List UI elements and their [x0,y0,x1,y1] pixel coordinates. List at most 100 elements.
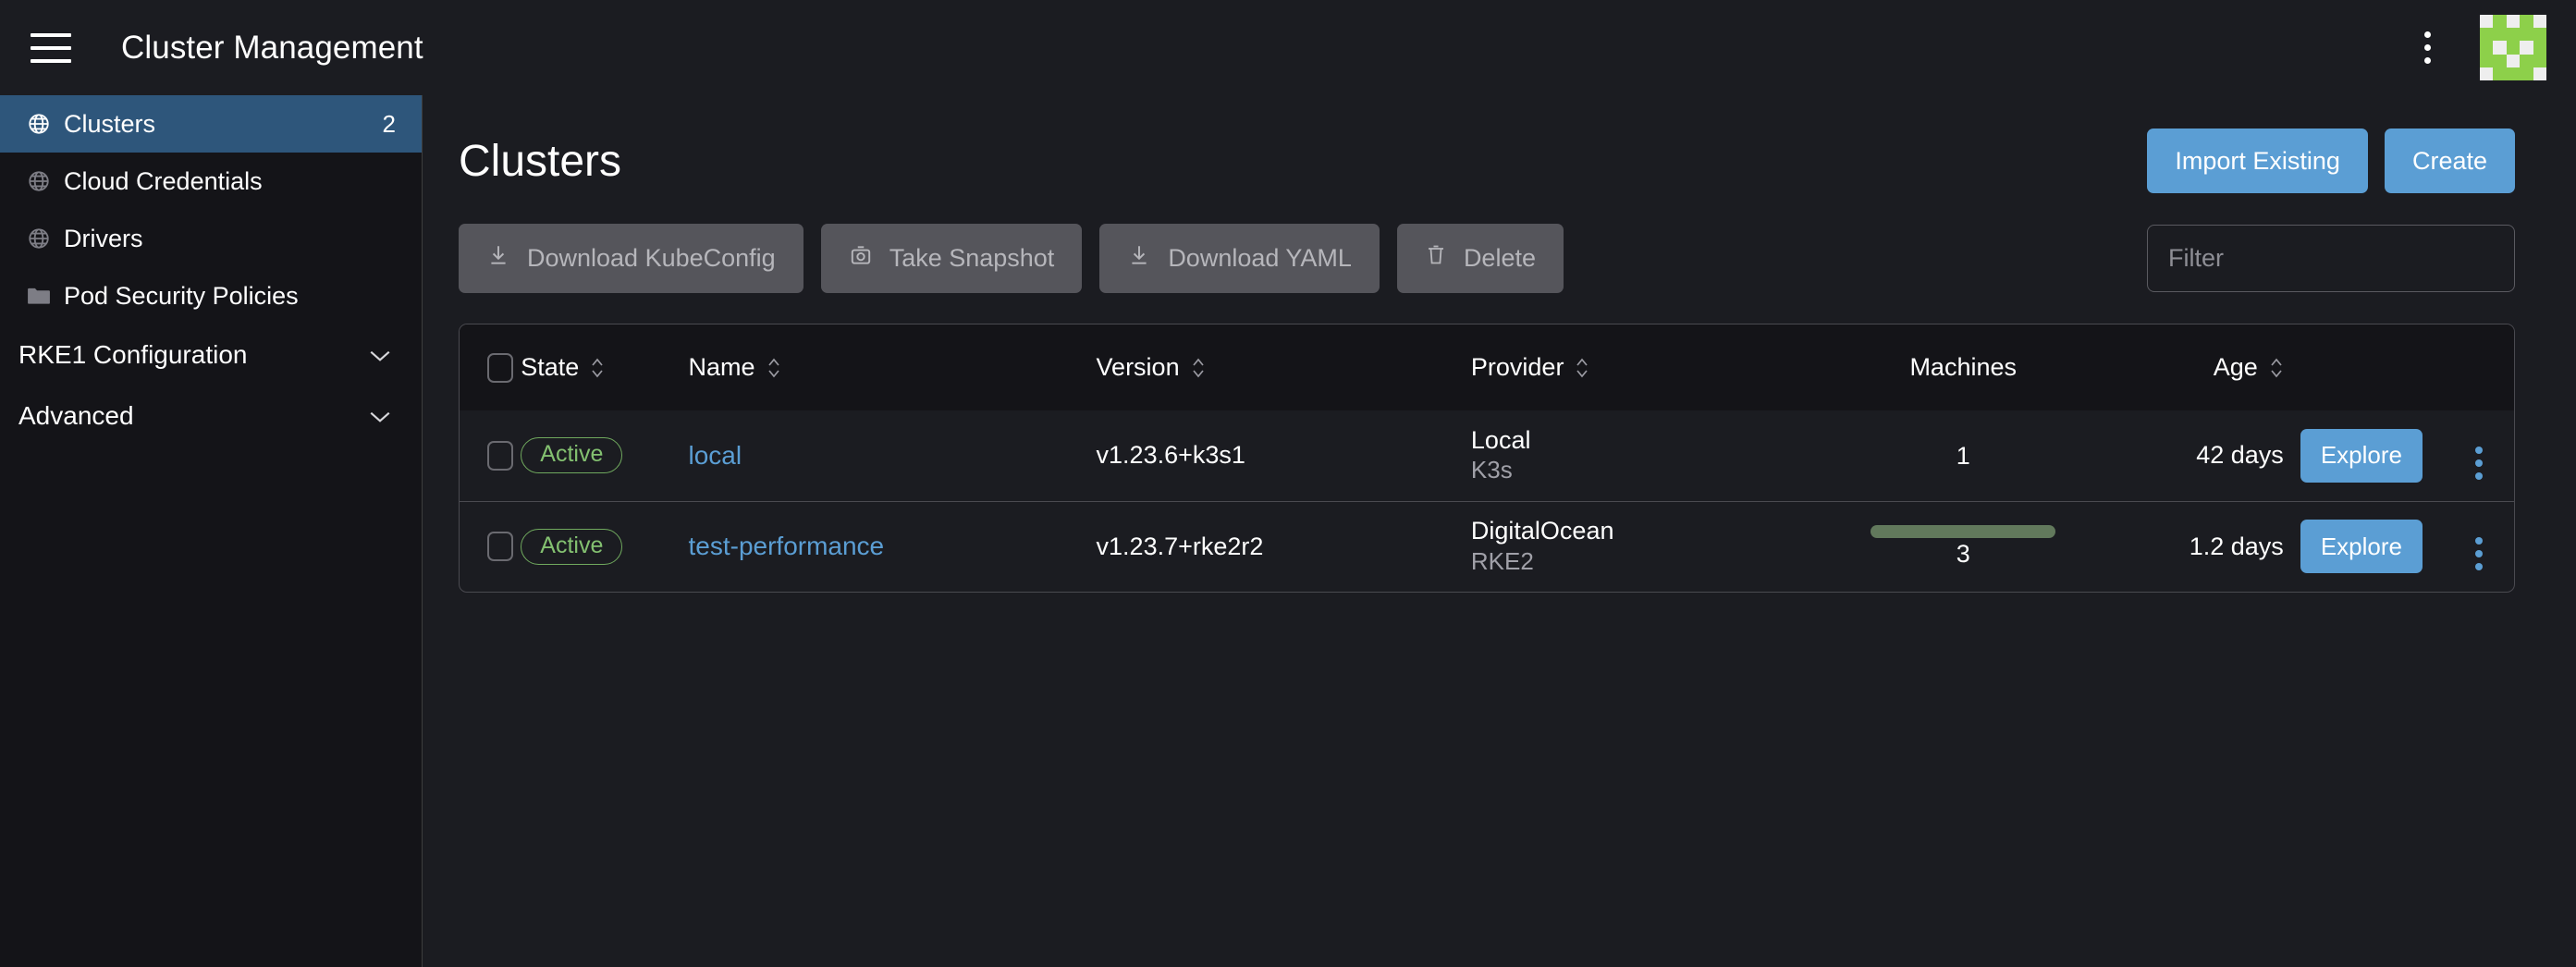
sort-icon [2269,356,2284,380]
sidebar-item-label: Pod Security Policies [64,281,299,310]
sidebar-group-advanced[interactable]: Advanced [0,386,422,447]
row-menu-cell [2444,500,2514,592]
column-header-version[interactable]: Version [1096,324,1471,410]
download-yaml-button[interactable]: Download YAML [1099,224,1380,293]
row-checkbox[interactable] [487,532,513,562]
download-icon [1127,243,1151,274]
kebab-dot [2475,550,2483,558]
page-title: Clusters [459,136,622,186]
hamburger-icon[interactable] [31,32,71,63]
row-age-cell: 1.2 days [2093,500,2300,592]
page-header-actions: Import Existing Create [2147,129,2515,193]
column-label: Machines [1909,353,2017,381]
column-header-age[interactable]: Age [2093,324,2300,410]
column-header-provider[interactable]: Provider [1470,324,1833,410]
page-header: Clusters Import Existing Create [459,95,2515,206]
column-label: Name [688,353,755,381]
kebab-dot [2475,563,2483,571]
row-select-cell [460,500,521,592]
avatar-cell [2520,67,2533,81]
table-row[interactable]: Active local v1.23.6+k3s1 Local K3s 1 42… [460,410,2514,501]
avatar-cell [2520,14,2533,28]
import-existing-button[interactable]: Import Existing [2147,129,2368,193]
row-provider-cell: DigitalOcean RKE2 [1470,500,1833,592]
machines-count: 3 [1956,539,1970,568]
row-select-cell [460,410,521,501]
avatar-cell [2533,67,2546,81]
column-header-state[interactable]: State [521,324,689,410]
download-kubeconfig-button[interactable]: Download KubeConfig [459,224,803,293]
row-version-cell: v1.23.6+k3s1 [1096,441,1245,470]
explore-button[interactable]: Explore [2300,428,2423,483]
row-checkbox[interactable] [487,440,513,471]
kebab-dot [2475,446,2483,454]
explore-button[interactable]: Explore [2300,520,2423,574]
sidebar-item-cloud-credentials[interactable]: Cloud Credentials [0,153,422,210]
sort-icon [767,356,781,380]
avatar-cell [2533,41,2546,55]
avatar[interactable] [2480,14,2546,81]
avatar-cell [2480,14,2494,28]
row-menu-cell [2444,410,2514,501]
sidebar: Clusters 2 Cloud Credentials Drivers Pod… [0,95,423,967]
column-label: State [521,353,580,381]
camera-icon [849,243,873,274]
sidebar-item-pod-security-policies[interactable]: Pod Security Policies [0,267,422,324]
top-bar: Cluster Management [0,0,2576,95]
sort-icon [1191,356,1206,380]
row-explore-cell: Explore [2300,500,2445,592]
download-icon [486,243,510,274]
sidebar-group-rke1-configuration[interactable]: RKE1 Configuration [0,324,422,386]
button-label: Download KubeConfig [527,244,776,272]
row-state-cell: Active [521,410,688,501]
avatar-cell [2506,27,2521,42]
avatar-cell [2493,14,2507,28]
cluster-name-link[interactable]: local [688,441,742,470]
row-provider-cell: Local K3s [1471,410,1833,501]
kebab-menu-icon[interactable] [2411,28,2443,68]
row-kebab-menu-icon[interactable] [2475,446,2483,480]
avatar-cell [2533,54,2546,68]
avatar-cell [2506,67,2521,81]
avatar-cell [2533,14,2546,28]
sidebar-group-label: Advanced [18,401,134,430]
row-kebab-menu-icon[interactable] [2475,537,2483,571]
kebab-dot [2475,459,2483,467]
chevron-down-icon [368,340,392,370]
filter-input[interactable] [2147,225,2515,292]
avatar-cell [2520,27,2533,42]
button-label: Delete [1463,244,1536,272]
hamburger-bar [31,45,71,50]
row-name-cell: local [688,410,1096,501]
action-toolbar: Download KubeConfig Take Snapshot Downlo… [459,224,2515,293]
button-label: Download YAML [1168,244,1352,272]
column-label: Provider [1470,353,1564,381]
avatar-cell [2480,67,2494,81]
app-title: Cluster Management [121,29,423,66]
delete-button[interactable]: Delete [1396,224,1564,293]
globe-icon [26,111,52,137]
status-badge: Active [521,437,623,474]
provider-name: DigitalOcean [1470,517,1614,545]
provider-name: Local [1470,425,1531,454]
column-header-name[interactable]: Name [688,324,1097,410]
trash-icon [1425,243,1447,274]
top-bar-right [2411,14,2576,81]
main-content: Clusters Import Existing Create Download… [423,95,2576,967]
table-row[interactable]: Active test-performance v1.23.7+rke2r2 D… [460,500,2514,592]
sidebar-item-clusters[interactable]: Clusters 2 [0,95,422,153]
avatar-cell [2480,41,2494,55]
avatar-cell [2506,41,2521,55]
take-snapshot-button[interactable]: Take Snapshot [820,224,1083,293]
globe-icon [26,226,52,251]
select-all-checkbox[interactable] [487,352,513,383]
sidebar-group-label: RKE1 Configuration [18,340,248,369]
avatar-cell [2493,54,2507,68]
column-header-menu [2444,324,2514,410]
avatar-cell [2480,54,2494,68]
hamburger-bar [31,32,71,37]
sort-icon [590,356,605,380]
create-button[interactable]: Create [2384,129,2515,193]
sidebar-item-drivers[interactable]: Drivers [0,210,422,267]
cluster-name-link[interactable]: test-performance [688,532,884,560]
